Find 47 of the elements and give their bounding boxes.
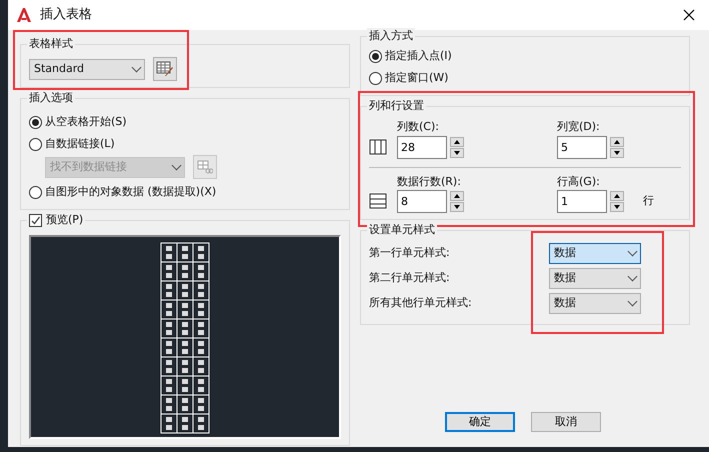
spin-up-button[interactable] <box>450 191 464 201</box>
field-label: 数据行数(R): <box>397 174 462 190</box>
table-brush-icon <box>156 61 174 77</box>
close-icon <box>683 9 695 22</box>
number-field[interactable]: 5 <box>557 136 607 158</box>
unit-label: 行 <box>643 193 654 210</box>
field-label: 第二行单元样式: <box>369 270 450 286</box>
dropdown[interactable]: 数据 <box>549 243 641 264</box>
number-field[interactable]: 8 <box>397 190 447 213</box>
table-style-button[interactable] <box>153 57 177 81</box>
field-label: 行高(G): <box>557 174 601 190</box>
field-label: 所有其他行单元样式: <box>369 295 472 312</box>
radio-button[interactable] <box>369 50 382 62</box>
preview-checkbox[interactable] <box>29 214 42 226</box>
group-title: 插入方式 <box>367 28 415 44</box>
spin-down-button[interactable] <box>450 202 464 212</box>
dialog-button[interactable]: 取消 <box>531 412 601 432</box>
spin-up-button[interactable] <box>610 136 624 146</box>
radio-button[interactable] <box>29 116 42 128</box>
dropdown[interactable]: 数据 <box>549 293 641 314</box>
spin-up-button[interactable] <box>450 136 464 146</box>
spin-down-button[interactable] <box>610 148 624 158</box>
window-title: 插入表格 <box>40 6 92 24</box>
dropdown[interactable]: 数据 <box>549 268 641 289</box>
dialog-button[interactable]: 确定 <box>445 412 515 432</box>
spin-up-button[interactable] <box>610 191 624 201</box>
radio-button[interactable] <box>29 138 42 150</box>
radio-label[interactable]: 指定窗口(W) <box>385 70 448 86</box>
dropdown[interactable]: Standard <box>29 58 145 80</box>
number-field[interactable]: 1 <box>557 190 607 213</box>
number-field[interactable]: 28 <box>397 136 447 158</box>
columns-icon <box>369 138 387 154</box>
radio-label[interactable]: 从空表格开始(S) <box>45 114 127 130</box>
rows-icon <box>369 193 387 209</box>
radio-label[interactable]: 指定插入点(I) <box>385 48 452 64</box>
radio-button[interactable] <box>369 72 382 84</box>
field-label: 列宽(D): <box>557 119 601 135</box>
field-label: 列数(C): <box>397 119 440 135</box>
spin-down-button[interactable] <box>450 148 464 158</box>
spin-down-button[interactable] <box>610 202 624 212</box>
radio-button[interactable] <box>29 186 42 198</box>
field-label: 第一行单元样式: <box>369 245 450 262</box>
radio-label[interactable]: 自数据链接(L) <box>45 136 115 152</box>
table-link-icon <box>197 160 213 174</box>
radio-label[interactable]: 自图形中的对象数据 (数据提取)(X) <box>45 184 216 200</box>
group-title: 插入选项 <box>27 90 75 106</box>
app-logo-icon <box>16 7 32 23</box>
